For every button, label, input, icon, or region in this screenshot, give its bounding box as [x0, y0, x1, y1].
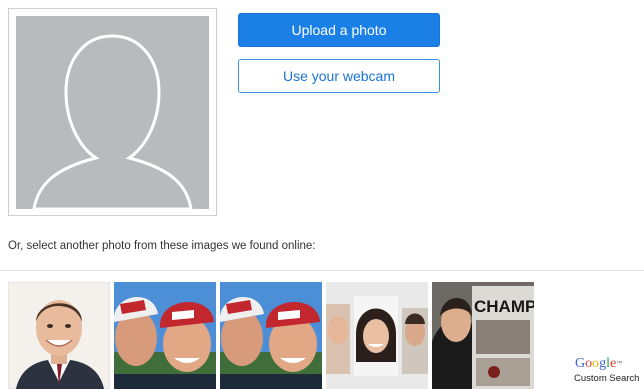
portrait-photo-man-suit-icon [8, 282, 110, 389]
found-image-4[interactable] [326, 282, 428, 389]
found-image-2[interactable] [114, 282, 216, 389]
divider [0, 270, 644, 271]
found-image-1[interactable] [8, 282, 110, 389]
profile-photo-placeholder [8, 8, 217, 216]
newspaper-headline: CHAMPS [474, 297, 534, 316]
avatar [16, 16, 209, 209]
person-silhouette-icon [32, 34, 193, 209]
found-image-3[interactable] [220, 282, 322, 389]
photo-two-men-caps-icon [220, 282, 322, 389]
use-webcam-button[interactable]: Use your webcam [238, 59, 440, 93]
upload-photo-button[interactable]: Upload a photo [238, 13, 440, 47]
found-image-5[interactable]: CHAMPS [432, 282, 534, 389]
google-logo: Google™ [575, 356, 623, 371]
photo-man-newspaper-champs-icon: CHAMPS [432, 282, 534, 389]
photo-picker: Upload a photo Use your webcam Or, selec… [0, 0, 644, 389]
photo-collage-faces-icon [326, 282, 428, 389]
photo-two-men-caps-icon [114, 282, 216, 389]
google-custom-search-label: Custom Search [574, 373, 640, 384]
found-images-label: Or, select another photo from these imag… [8, 240, 316, 252]
